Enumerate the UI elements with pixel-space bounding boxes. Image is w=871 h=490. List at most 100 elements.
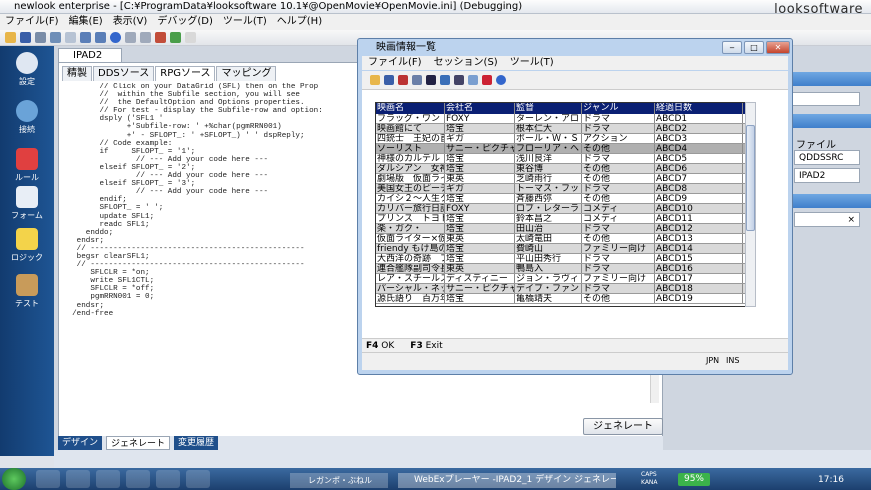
- tab-generate[interactable]: ジェネレート: [106, 436, 171, 450]
- document-tab[interactable]: IPAD2: [58, 48, 122, 62]
- table-row[interactable]: 四銃士 王妃の首 ギガ ポール・Ｗ・Ｓ・ アクション ABCD3: [376, 134, 747, 144]
- table-row[interactable]: カイシ２〜人生ク 塔宝 斉藤西弥 その他 ABCD9: [376, 194, 747, 204]
- table-row[interactable]: 美国女王のピーチ ギガ トーマス・フッ ドラマ ABCD8: [376, 184, 747, 194]
- file-field[interactable]: IPAD2: [794, 168, 860, 183]
- app-icon[interactable]: [186, 470, 210, 488]
- exit-button[interactable]: F3 Exit: [410, 341, 450, 351]
- run-icon[interactable]: [170, 32, 181, 43]
- table-row[interactable]: フラッグ・ワン FOXY ターレン・アロ ドラマ ABCD1: [376, 114, 747, 124]
- mail-icon[interactable]: [454, 75, 464, 85]
- help-icon[interactable]: [496, 75, 506, 85]
- record-icon[interactable]: [482, 75, 492, 85]
- menu-tools[interactable]: ツール(T): [504, 56, 560, 70]
- column-header[interactable]: 会社名: [445, 103, 515, 114]
- redo-icon[interactable]: [95, 32, 106, 43]
- sidebar-item-rules[interactable]: ルール: [0, 148, 54, 183]
- table-row[interactable]: パーシャル・ネッ サニー・ピクチャ デイブ・ファン ドラマ ABCD18: [376, 284, 747, 294]
- media-icon[interactable]: [96, 470, 120, 488]
- ie-icon[interactable]: [36, 470, 60, 488]
- table-row[interactable]: 楽・ガク・ 塔宝 田山治 ドラマ ABCD12: [376, 224, 747, 234]
- open-icon[interactable]: [370, 75, 380, 85]
- taskbar-app-webex[interactable]: WebExプレーヤー -IPAD2_1 デザイン ジェネレート 実行: [398, 473, 616, 488]
- subtab-overview[interactable]: 精製: [62, 66, 92, 81]
- table-cell: 塔宝: [445, 224, 515, 233]
- copy-icon[interactable]: [412, 75, 422, 85]
- column-header[interactable]: 経過日数: [655, 103, 743, 114]
- menu-file[interactable]: ファイル(F): [0, 14, 64, 30]
- app-icon[interactable]: [156, 470, 180, 488]
- table-row[interactable]: レア・スチールス ディスティニー ジョン・ラヴィ ファミリー向け ABCD17: [376, 274, 747, 284]
- sidebar-item-form[interactable]: フォーム: [0, 186, 54, 221]
- table-row[interactable]: 映画館にて 塔宝 根本仁大 ドラマ ABCD2: [376, 124, 747, 134]
- grid-header: 映画名 会社名 監督 ジャンル 経過日数: [376, 103, 747, 114]
- column-header[interactable]: 映画名: [376, 103, 445, 114]
- menu-debug[interactable]: デバッグ(D): [152, 14, 218, 30]
- clear-icon[interactable]: ×: [794, 212, 860, 227]
- table-row[interactable]: 劇場版 仮面ライ 東英 芝崎雨行 その他 ABCD7: [376, 174, 747, 184]
- table-cell: 根本仁大: [515, 124, 582, 133]
- table-row[interactable]: ダルシアン 女神 塔宝 東谷博 その他 ABCD6: [376, 164, 747, 174]
- stop-icon[interactable]: [155, 32, 166, 43]
- copy-icon[interactable]: [50, 32, 61, 43]
- close-icon[interactable]: ✕: [766, 41, 790, 54]
- subtab-rpg-source[interactable]: RPGソース: [155, 66, 216, 81]
- menu-session[interactable]: セッション(S): [428, 56, 504, 70]
- table-row[interactable]: ソーリスト サニー・ピクチャ フローリア・ヘ その他 ABCD4: [376, 144, 747, 154]
- taskbar-app[interactable]: レガンポ・ぶねル: [290, 473, 388, 488]
- sidebar-item-test[interactable]: テスト: [0, 274, 54, 309]
- table-row[interactable]: friendy もけ島の 塔宝 費崎山 ファミリー向け ABCD14: [376, 244, 747, 254]
- code-line: if SFLOPT_ = '1';: [63, 147, 196, 156]
- start-button[interactable]: [2, 468, 26, 490]
- align-icon[interactable]: [140, 32, 151, 43]
- open-icon[interactable]: [5, 32, 16, 43]
- menu-view[interactable]: 表示(V): [108, 14, 153, 30]
- tab-design[interactable]: デザイン: [58, 436, 103, 450]
- tab-history[interactable]: 変更履歴: [174, 436, 219, 450]
- step-icon[interactable]: [185, 32, 196, 43]
- find-icon[interactable]: [125, 32, 136, 43]
- save-icon[interactable]: [384, 75, 394, 85]
- table-row[interactable]: 大西洋の奇跡 ブ塔宝 平山田秀行 ドラマ ABCD15: [376, 254, 747, 264]
- cut-icon[interactable]: [35, 32, 46, 43]
- table-cell: パーシャル・ネッ: [377, 284, 445, 293]
- movie-grid: 映画名 会社名 監督 ジャンル 経過日数 フラッグ・ワン FOXY ターレン・アロド…: [375, 102, 748, 307]
- table-row[interactable]: カリバー旅行日記 FOXY ロブ・レターラ コメディ ABCD10: [376, 204, 747, 214]
- export-icon[interactable]: [468, 75, 478, 85]
- table-row[interactable]: 仮面ライター×仮 東英 太崎竜田 その他 ABCD13: [376, 234, 747, 244]
- subtab-dds-source[interactable]: DDSソース: [93, 66, 155, 81]
- sidebar-item-logic[interactable]: ロジック: [0, 228, 54, 263]
- explorer-icon[interactable]: [66, 470, 90, 488]
- print-icon[interactable]: [398, 75, 408, 85]
- paste-icon[interactable]: [65, 32, 76, 43]
- generate-button[interactable]: ジェネレート: [583, 418, 663, 435]
- code-line: // --- Add your code here ---: [63, 172, 269, 181]
- chart-icon[interactable]: [440, 75, 450, 85]
- menu-tools[interactable]: ツール(T): [218, 14, 272, 30]
- column-header[interactable]: ジャンル: [582, 103, 655, 114]
- menu-help[interactable]: ヘルプ(H): [272, 14, 327, 30]
- subtab-mapping[interactable]: マッピング: [216, 66, 277, 81]
- table-row[interactable]: 神様のカルテル 塔宝 浅川良洋 ドラマ ABCD5: [376, 154, 747, 164]
- screen-icon[interactable]: [426, 75, 436, 85]
- table-row[interactable]: 源氏語り 百万年 塔宝 亀橋靖夫 その他 ABCD19: [376, 294, 747, 304]
- grid-scrollbar-thumb[interactable]: [746, 125, 755, 231]
- help-icon[interactable]: [110, 32, 121, 43]
- undo-icon[interactable]: [80, 32, 91, 43]
- maximize-icon[interactable]: □: [744, 41, 764, 54]
- ok-button[interactable]: F4 OK: [366, 341, 402, 351]
- folder-icon[interactable]: [126, 470, 150, 488]
- table-row[interactable]: プリンス トヨト 塔宝 鈴本昌之 コメディ ABCD11: [376, 214, 747, 224]
- code-editor[interactable]: // Click on your DataGrid (SFL) then on …: [63, 83, 355, 403]
- save-icon[interactable]: [20, 32, 31, 43]
- menu-edit[interactable]: 編集(E): [64, 14, 108, 30]
- table-cell: 美国女王のピーチ: [377, 184, 445, 193]
- library-field[interactable]: QDDSSRC: [794, 150, 860, 165]
- table-cell: 東英: [445, 174, 515, 183]
- sidebar-item-connection[interactable]: 接続: [0, 100, 54, 135]
- minimize-icon[interactable]: ‒: [722, 41, 742, 54]
- column-header[interactable]: 監督: [515, 103, 582, 114]
- menu-file[interactable]: ファイル(F): [362, 56, 428, 70]
- sidebar-item-settings[interactable]: 設定: [0, 52, 54, 87]
- property-dropdown[interactable]: [790, 92, 860, 106]
- table-row[interactable]: 連合艦隊副司令長 東英 鴨島入 ドラマ ABCD16: [376, 264, 747, 274]
